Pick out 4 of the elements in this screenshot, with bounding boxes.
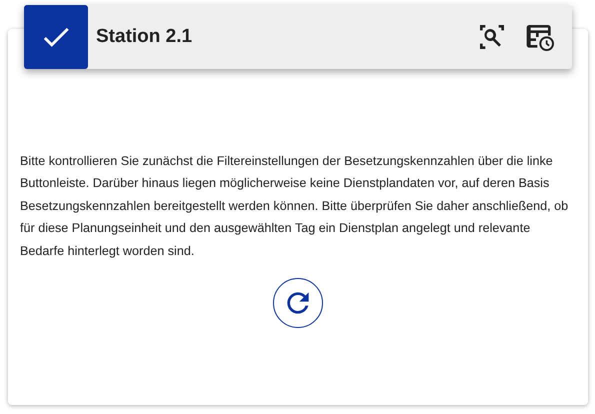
info-message: Bitte kontrollieren Sie zunächst die Filtereinstellungen der Besetzungskennzahlen über die linke Buttonleiste. Darüber hinaus liegen möglicherweise keine Dienstplandaten vor, auf deren Basis Besetzungskennzahlen bereitgestellt werden können. Bitte überprüfen Sie daher anschließend, ob für diese Planungseinheit und den ausgewählten Tag ein Dienstplan angelegt und relevante Bedarfe hinterlegt worden sind.	[20, 153, 570, 260]
refresh-button[interactable]	[273, 278, 323, 328]
station-title: Station 2.1	[96, 26, 194, 48]
checkbox[interactable]	[24, 5, 88, 69]
